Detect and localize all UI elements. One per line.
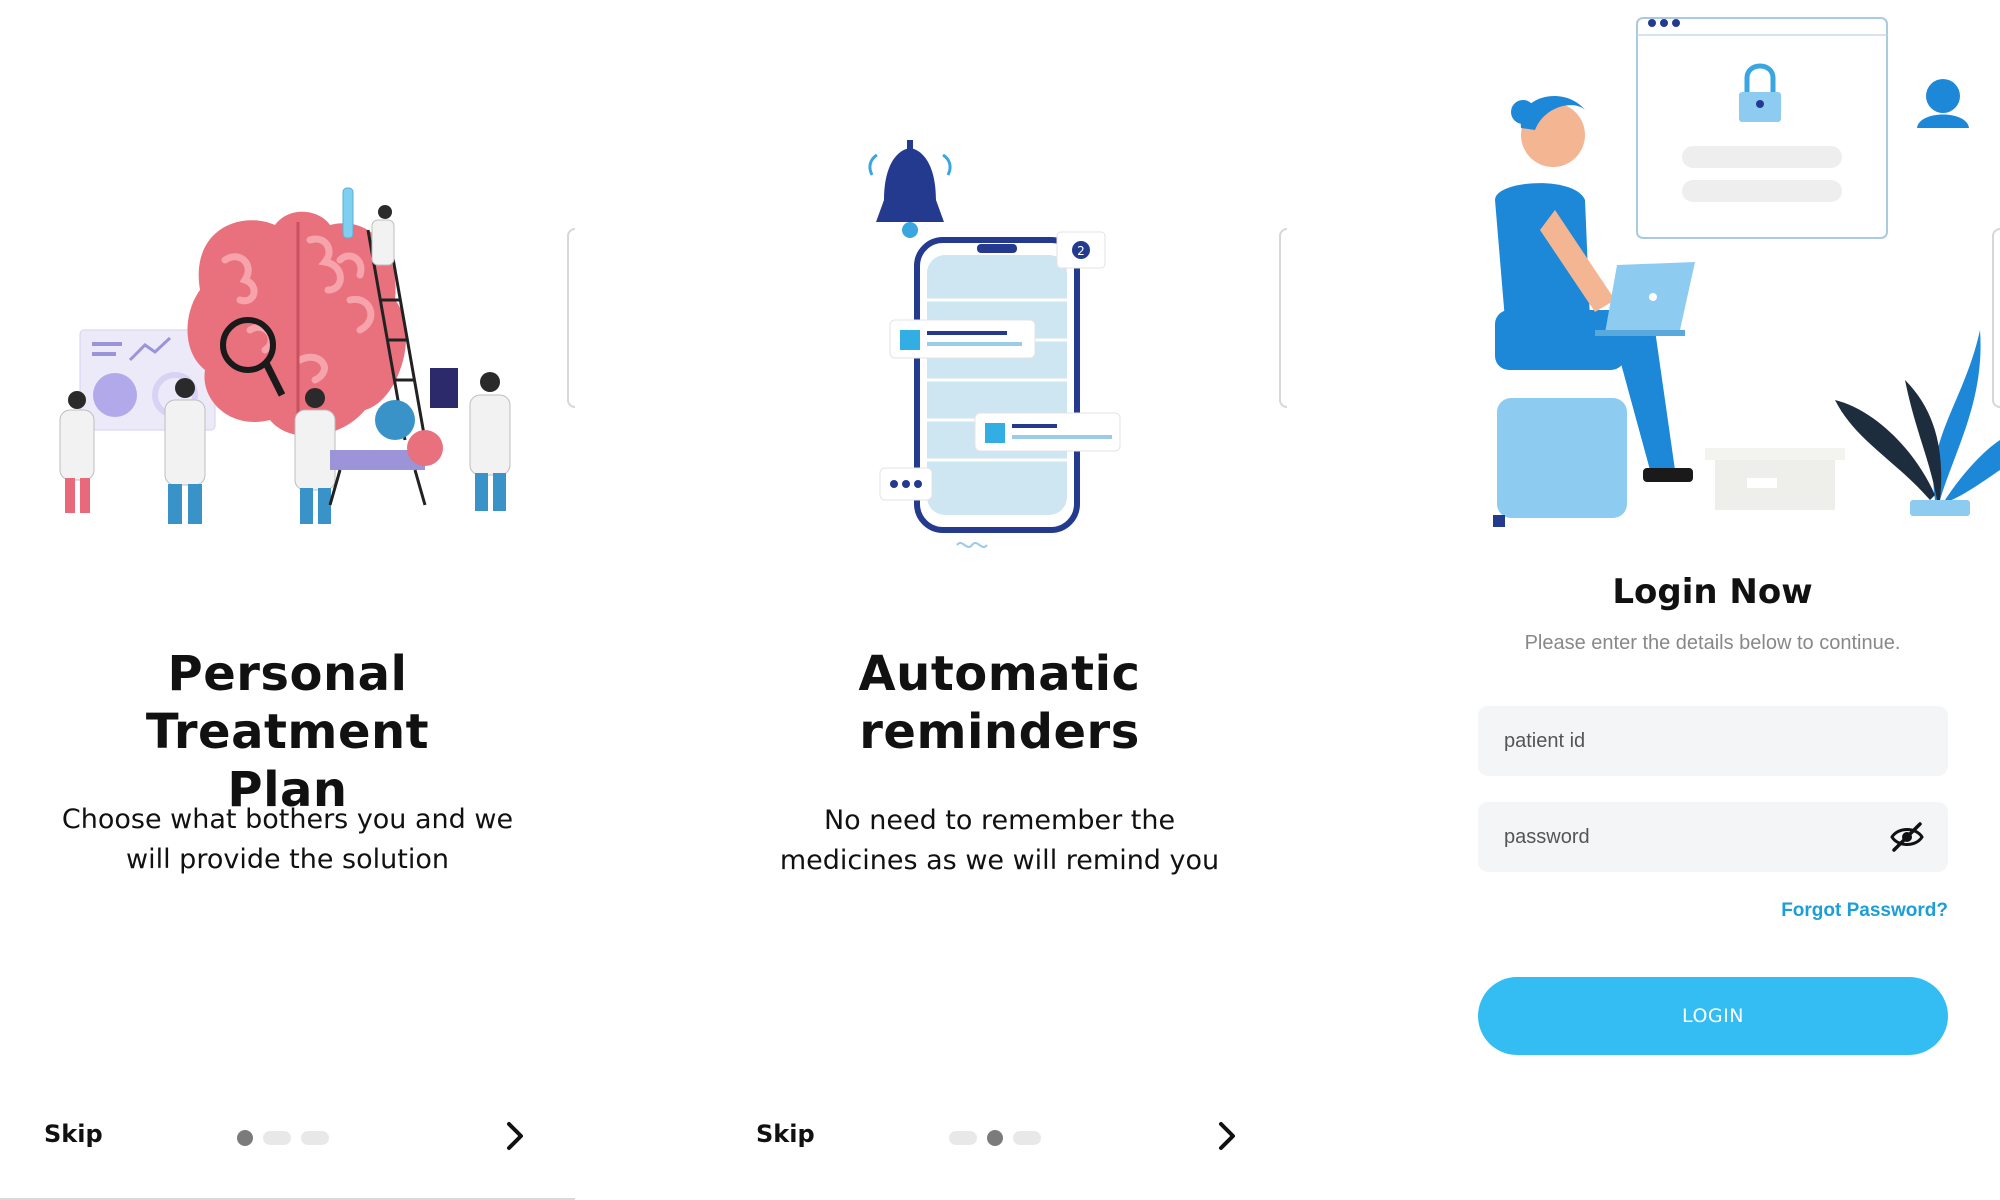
onboarding-screen-reminders: 2 Automatic reminders No need to remembe… [712,0,1287,1200]
onboarding-title: Personal Treatment Plan [20,645,555,819]
password-input[interactable] [1478,802,1948,872]
page-dot [263,1131,291,1145]
login-title: Login Now [1612,572,1813,612]
patient-id-input[interactable] [1478,706,1948,776]
page-indicator [949,1130,1041,1146]
onboarding-subtitle: No need to remember the medicines as we … [752,801,1247,881]
phone-reminder-illustration: 2 [868,140,1121,548]
page-dot-active [987,1130,1003,1146]
login-illustration [1493,17,2000,527]
user-icon [1917,79,1969,128]
onboarding-title-line1: Automatic [858,646,1141,702]
next-card-peek [1992,228,2000,408]
onboarding-subtitle: Choose what bothers you and we will prov… [40,800,535,880]
page-dot [301,1131,329,1145]
onboarding-title-line1: Personal Treatment [145,646,430,760]
forgot-password-link[interactable]: Forgot Password? [1781,900,1948,922]
chevron-right-icon[interactable] [495,1116,535,1156]
page-indicator [237,1130,329,1146]
onboarding-screen-treatment-plan: Personal Treatment Plan Choose what both… [0,0,575,1200]
skip-button[interactable]: Skip [44,1120,103,1148]
login-button[interactable]: LOGIN [1478,977,1948,1055]
login-screen: Login Now Please enter the details below… [1425,0,2000,1200]
brain-doctors-illustration [59,187,511,524]
onboarding-subtitle-line1: No need to remember the [823,805,1176,836]
next-card-peek [1279,228,1287,408]
onboarding-subtitle-line1: Choose what bothers you and we [61,804,514,835]
onboarding-title-line2: reminders [859,704,1140,760]
eye-off-icon[interactable] [1888,818,1926,856]
next-card-peek [567,228,575,408]
chat-badge-count: 2 [1077,244,1085,258]
onboarding-title: Automatic reminders [732,645,1267,761]
page-dot [949,1131,977,1145]
login-subtitle: Please enter the details below to contin… [1524,632,1901,654]
onboarding-subtitle-line2: medicines as we will remind you [779,845,1220,876]
page-dot [1013,1131,1041,1145]
onboarding-footer: Skip [712,1108,1287,1164]
skip-button[interactable]: Skip [756,1120,815,1148]
page-dot-active [237,1130,253,1146]
chevron-right-icon[interactable] [1207,1116,1247,1156]
onboarding-footer: Skip [0,1108,575,1164]
onboarding-subtitle-line2: will provide the solution [126,844,449,875]
